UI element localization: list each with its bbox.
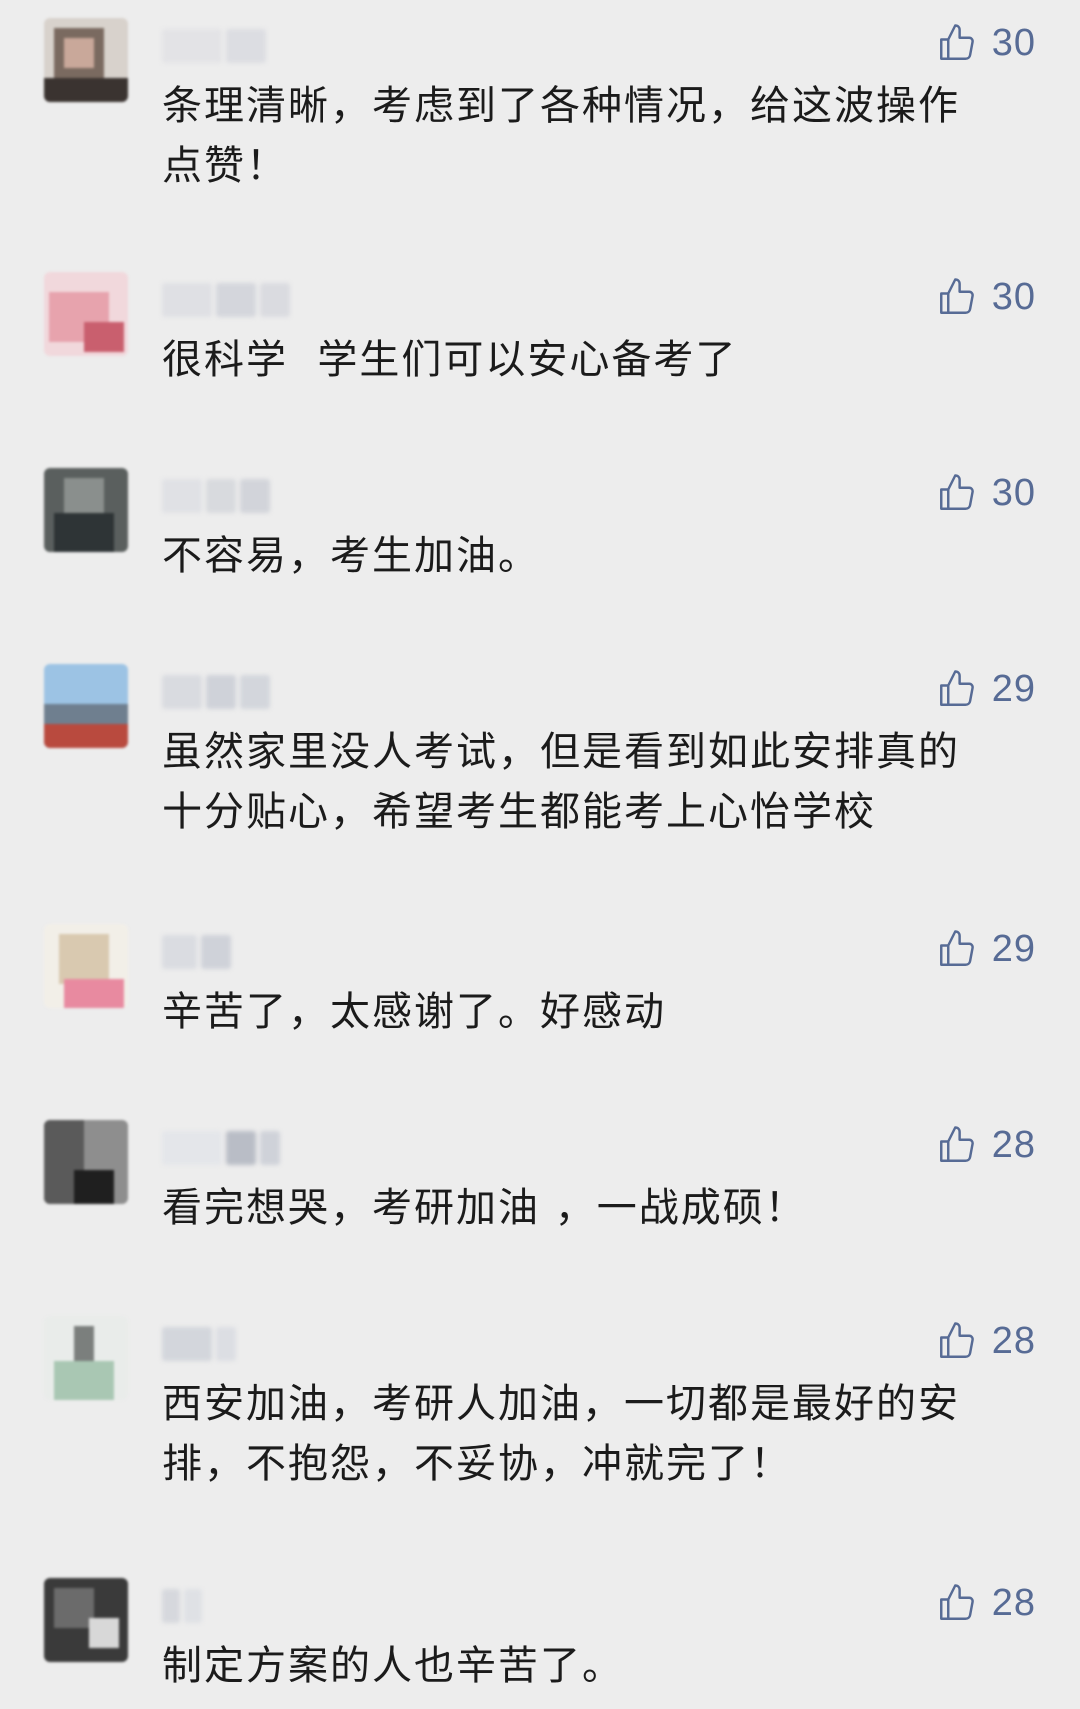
thumbs-up-icon bbox=[939, 670, 974, 706]
thumbs-up-icon bbox=[939, 1322, 974, 1358]
like-count: 28 bbox=[991, 1319, 1036, 1362]
like-button[interactable]: 29 bbox=[936, 664, 1036, 714]
like-count: 28 bbox=[991, 1123, 1036, 1166]
comment-text: 很科学 学生们可以安心备考了 bbox=[162, 337, 738, 383]
commenter-name[interactable] bbox=[162, 670, 312, 710]
avatar[interactable] bbox=[44, 18, 128, 102]
like-button[interactable]: 30 bbox=[936, 272, 1036, 322]
avatar[interactable] bbox=[44, 468, 128, 552]
like-button[interactable]: 30 bbox=[936, 468, 1036, 518]
thumbs-up-icon bbox=[939, 930, 974, 966]
like-count: 28 bbox=[991, 1581, 1036, 1624]
avatar[interactable] bbox=[44, 664, 128, 748]
comment-text: 条理清晰，考虑到了各种情况，给这波操作 点赞！ bbox=[162, 83, 960, 189]
avatar[interactable] bbox=[44, 272, 128, 356]
avatar[interactable] bbox=[44, 1578, 128, 1662]
like-button[interactable]: 30 bbox=[936, 18, 1036, 68]
thumbs-up-icon bbox=[939, 278, 974, 314]
comment-list: 30 条理清晰，考虑到了各种情况，给这波操作 点赞！ 30 很科学 学生们可以安… bbox=[0, 0, 1080, 1709]
commenter-name[interactable] bbox=[162, 24, 312, 64]
thumbs-up-icon bbox=[939, 24, 974, 60]
comment-text: 不容易，考生加油。 bbox=[162, 533, 540, 579]
like-button[interactable]: 28 bbox=[936, 1316, 1036, 1366]
commenter-name[interactable] bbox=[162, 930, 312, 970]
like-button[interactable]: 28 bbox=[936, 1578, 1036, 1628]
comment-text: 虽然家里没人考试，但是看到如此安排真的 十分贴心，希望考生都能考上心怡学校 bbox=[162, 729, 960, 835]
commenter-name[interactable] bbox=[162, 1126, 312, 1166]
commenter-name[interactable] bbox=[162, 474, 312, 514]
like-count: 29 bbox=[991, 667, 1036, 710]
comment-text: 辛苦了，太感谢了。好感动 bbox=[162, 989, 666, 1035]
comment-text: 看完想哭，考研加油 ，一战成硕！ bbox=[162, 1185, 807, 1231]
thumbs-up-icon bbox=[939, 474, 974, 510]
thumbs-up-icon bbox=[939, 1126, 974, 1162]
avatar[interactable] bbox=[44, 1316, 128, 1400]
comment-text: 制定方案的人也辛苦了。 bbox=[162, 1643, 624, 1689]
commenter-name[interactable] bbox=[162, 278, 312, 318]
like-count: 30 bbox=[991, 471, 1036, 514]
like-button[interactable]: 28 bbox=[936, 1120, 1036, 1170]
like-button[interactable]: 29 bbox=[936, 924, 1036, 974]
like-count: 29 bbox=[991, 927, 1036, 970]
comment-text: 西安加油，考研人加油，一切都是最好的安 排，不抱怨，不妥协，冲就完了！ bbox=[162, 1381, 960, 1487]
avatar[interactable] bbox=[44, 1120, 128, 1204]
like-count: 30 bbox=[991, 21, 1036, 64]
avatar[interactable] bbox=[44, 924, 128, 1008]
commenter-name[interactable] bbox=[162, 1322, 312, 1362]
thumbs-up-icon bbox=[939, 1584, 974, 1620]
commenter-name[interactable] bbox=[162, 1584, 312, 1624]
like-count: 30 bbox=[991, 275, 1036, 318]
